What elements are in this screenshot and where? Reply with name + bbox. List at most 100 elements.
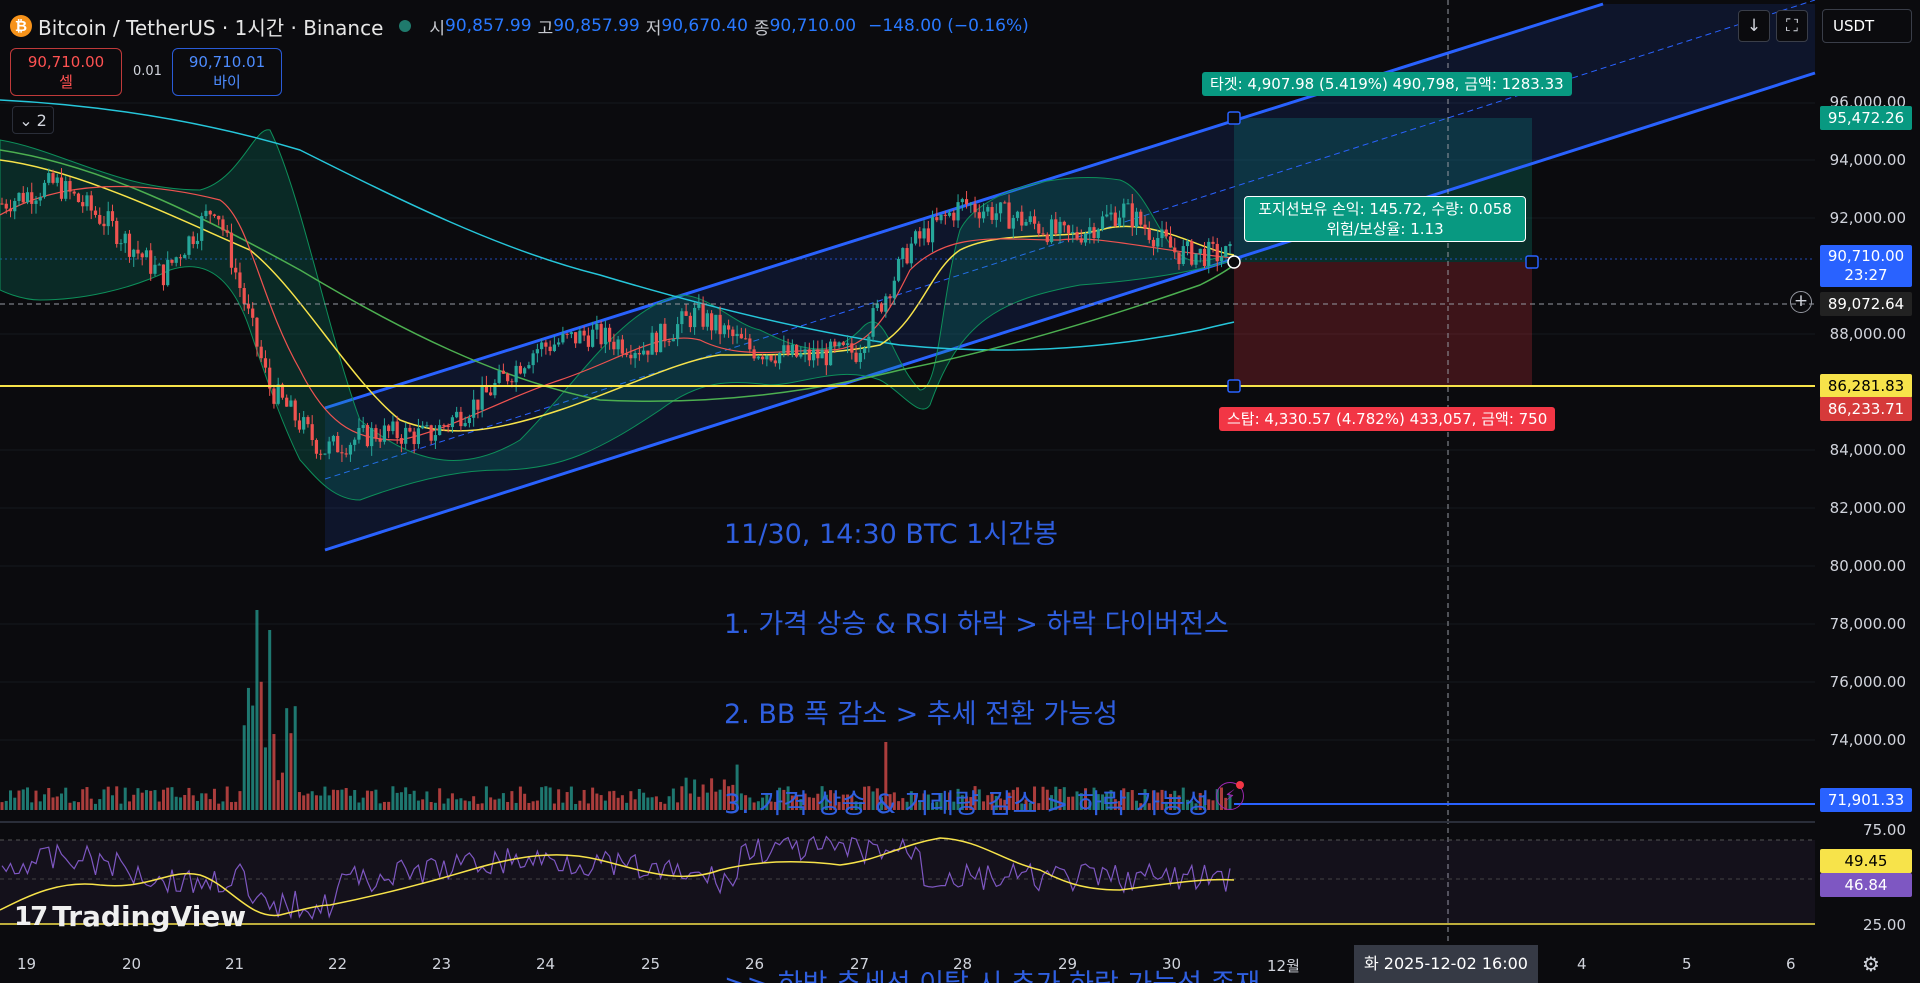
candle-body xyxy=(166,259,170,286)
volume-bar xyxy=(47,787,51,810)
volume-bar xyxy=(548,787,552,810)
candle-body xyxy=(480,385,484,410)
volume-bar xyxy=(527,802,531,810)
candle-body xyxy=(340,452,344,454)
volume-bar xyxy=(38,801,42,810)
candle-body xyxy=(765,355,769,360)
candle-body xyxy=(110,211,115,221)
risk-reward-line: 위험/보상율: 1.13 xyxy=(1326,220,1444,238)
volume-bar xyxy=(319,795,323,810)
volume-bar xyxy=(535,800,539,810)
candle-body xyxy=(119,243,123,245)
candle-body xyxy=(599,323,603,345)
candle-body xyxy=(1147,229,1151,240)
volume-bar xyxy=(136,788,140,810)
candle-body xyxy=(680,311,684,325)
analysis-note[interactable]: 11/30, 14:30 BTC 1시간봉 1. 가격 상승 & RSI 하락 … xyxy=(724,460,1260,983)
candle-body xyxy=(591,329,595,347)
candle-body xyxy=(1092,227,1096,239)
candle-body xyxy=(506,373,510,382)
volume-bar xyxy=(357,802,361,810)
symbol-title[interactable]: Bitcoin / TetherUS · 1시간 · Binance xyxy=(38,12,383,41)
volume-bar xyxy=(348,795,352,810)
close-label: 종 xyxy=(753,18,770,39)
lower-line-price-tag: 71,901.33 xyxy=(1820,788,1912,812)
volume-bar xyxy=(221,801,225,810)
countdown: 23:27 xyxy=(1844,266,1888,284)
candle-body xyxy=(459,411,463,427)
note-line-1: 11/30, 14:30 BTC 1시간봉 xyxy=(724,519,1058,550)
volume-bar xyxy=(200,793,204,810)
candle-body xyxy=(178,257,183,259)
candle-body xyxy=(421,425,425,429)
volume-bar xyxy=(229,802,233,810)
volume-bar xyxy=(183,794,187,810)
candle-body xyxy=(998,202,1003,214)
candle-body xyxy=(25,192,30,203)
candle-body xyxy=(833,341,837,347)
candle-body xyxy=(191,236,195,245)
volume-bar xyxy=(170,787,174,810)
volume-bar xyxy=(680,786,684,810)
candle-body xyxy=(1202,248,1207,266)
sell-button[interactable]: 90,710.00 셀 xyxy=(10,48,122,96)
stop-zone[interactable] xyxy=(1234,262,1532,386)
add-alert-icon[interactable]: + xyxy=(1790,291,1812,313)
candle-body xyxy=(676,324,680,340)
candle-body xyxy=(693,307,697,328)
candle-body xyxy=(1160,229,1164,239)
candle-body xyxy=(620,339,624,354)
high-value: 90,857.99 xyxy=(553,16,640,36)
volume-bar xyxy=(565,792,569,810)
volume-bar xyxy=(688,793,692,810)
candle-body xyxy=(1211,241,1215,244)
sell-price: 90,710.00 xyxy=(27,53,105,71)
buy-button[interactable]: 90,710.01 바이 xyxy=(172,48,282,96)
currency-select[interactable]: USDT xyxy=(1822,9,1912,43)
entry-handle[interactable] xyxy=(1227,255,1241,269)
candle-body xyxy=(1024,221,1028,226)
target-price-tag: 95,472.26 xyxy=(1820,106,1912,130)
settings-icon[interactable]: ⚙ xyxy=(1862,952,1880,976)
candle-body xyxy=(807,349,811,361)
volume-bar xyxy=(701,784,705,810)
volume-bar xyxy=(144,790,148,810)
volume-bar xyxy=(127,801,131,810)
candle-body xyxy=(918,231,922,239)
volume-bar xyxy=(582,789,586,810)
close-value: 90,710.00 xyxy=(769,16,857,36)
candle-body xyxy=(391,421,395,432)
position-info-box[interactable]: 포지션보유 손익: 145.72, 수량: 0.058 위험/보상율: 1.13 xyxy=(1244,196,1526,242)
candle-body xyxy=(824,349,828,366)
symbol-header: ₿ Bitcoin / TetherUS · 1시간 · Binance 시 9… xyxy=(0,8,1029,44)
fullscreen-button[interactable]: ⛶ xyxy=(1776,10,1808,42)
candle-body xyxy=(89,195,93,211)
volume-bar xyxy=(569,786,573,810)
volume-bar xyxy=(276,780,280,810)
candle-body xyxy=(21,192,25,203)
volume-bar xyxy=(51,797,55,810)
candle-body xyxy=(357,427,361,440)
volume-bar xyxy=(4,800,8,810)
candle-body xyxy=(217,215,221,220)
candle-body xyxy=(659,323,663,353)
candle-body xyxy=(161,264,166,286)
candle-body xyxy=(909,243,913,264)
price-axis-label: 76,000.00 xyxy=(1829,673,1906,691)
price-axis-label: 80,000.00 xyxy=(1829,557,1906,575)
fullscreen-icon: ⛶ xyxy=(1786,16,1798,36)
candle-body xyxy=(960,199,964,203)
time-axis-label: 22 xyxy=(328,955,348,973)
candle-body xyxy=(561,333,565,343)
candle-body xyxy=(51,173,55,183)
bitcoin-icon: ₿ xyxy=(10,15,32,37)
volume-bar xyxy=(225,786,229,810)
candle-body xyxy=(225,230,229,233)
candle-body xyxy=(1228,244,1232,247)
candle-body xyxy=(1139,211,1143,225)
time-axis-label: 19 xyxy=(17,955,37,973)
candle-body xyxy=(263,358,268,368)
stop-price-tag: 86,233.71 xyxy=(1820,397,1912,421)
download-button[interactable]: ↓ xyxy=(1738,10,1770,42)
indicators-toggle-button[interactable]: ⌄ 2 xyxy=(12,106,54,134)
